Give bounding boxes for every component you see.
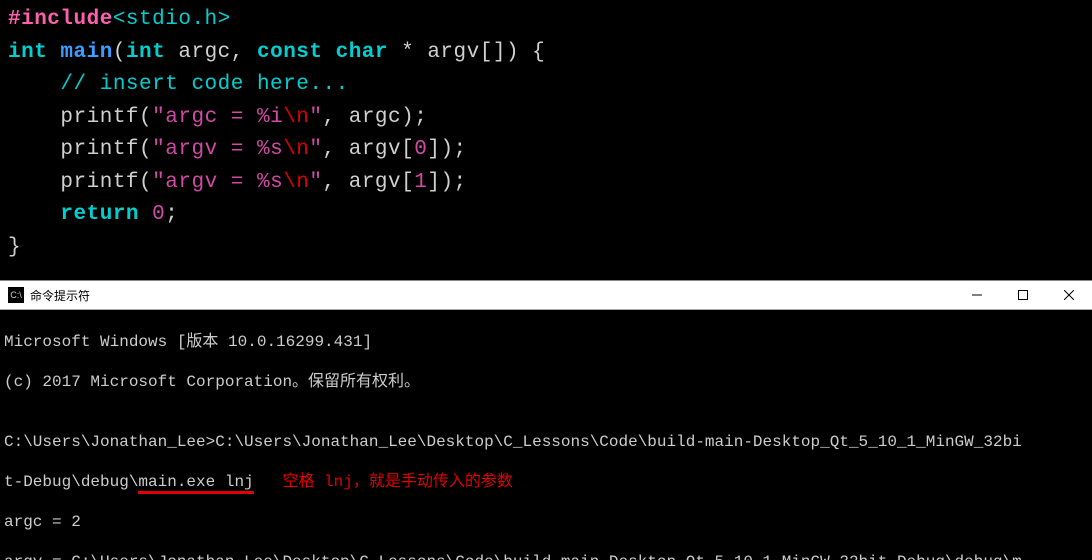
keyword-include: #include: [8, 8, 113, 31]
printf2-open: (: [139, 138, 152, 161]
printf3-rest: , argv[: [323, 171, 415, 194]
close-icon: [1064, 290, 1074, 300]
star-op: *: [388, 41, 427, 64]
printf3-escape: \n: [283, 171, 309, 194]
cmd-titlebar[interactable]: C:\ 命令提示符: [0, 280, 1092, 310]
printf3-end: ]);: [427, 171, 466, 194]
printf2-name: printf: [60, 138, 139, 161]
terminal-cmd-line-1a: C:\Users\Jonathan_Lee>C:\Users\Jonathan_…: [4, 432, 1088, 452]
terminal-line-copyright: (c) 2017 Microsoft Corporation。保留所有权利。: [4, 372, 1088, 392]
window-title: 命令提示符: [30, 287, 90, 304]
printf3-open: (: [139, 171, 152, 194]
printf2-string-b: ": [309, 138, 322, 161]
keyword-int: int: [8, 41, 47, 64]
terminal-line-version: Microsoft Windows [版本 10.0.16299.431]: [4, 332, 1088, 352]
annotation-text: 空格 lnj，就是手动传入的参数: [254, 473, 513, 491]
printf3-index: 1: [414, 171, 427, 194]
maximize-icon: [1018, 290, 1028, 300]
printf2-escape: \n: [283, 138, 309, 161]
cmd-icon-text: C:\: [10, 290, 22, 300]
return-semicolon: ;: [165, 203, 178, 226]
close-brace: }: [8, 236, 21, 259]
keyword-const: const: [257, 41, 323, 64]
printf1-open: (: [139, 106, 152, 129]
include-path: <stdio.h>: [113, 8, 231, 31]
minimize-button[interactable]: [954, 280, 1000, 310]
printf2-index: 0: [414, 138, 427, 161]
argv-declaration: argv[]: [427, 41, 506, 64]
maximize-button[interactable]: [1000, 280, 1046, 310]
printf2-string-a: "argv = %s: [152, 138, 283, 161]
printf3-string-a: "argv = %s: [152, 171, 283, 194]
close-paren-brace: ) {: [506, 41, 545, 64]
printf3-name: printf: [60, 171, 139, 194]
terminal-cmd-line-1b: t-Debug\debug\main.exe lnj 空格 lnj，就是手动传入…: [4, 472, 1088, 492]
keyword-char: char: [323, 41, 389, 64]
terminal-output-argv0-a: argv = C:\Users\Jonathan_Lee\Desktop\C_L…: [4, 552, 1088, 560]
minimize-icon: [972, 290, 982, 300]
printf1-string-a: "argc = %i: [152, 106, 283, 129]
cmd-path-prefix: t-Debug\debug\: [4, 473, 138, 491]
comment-line: // insert code here...: [60, 73, 348, 96]
cmd-icon: C:\: [8, 287, 24, 303]
function-main: main: [60, 41, 112, 64]
return-value: 0: [139, 203, 165, 226]
code-editor-pane: #include<stdio.h> int main(int argc, con…: [0, 0, 1092, 280]
open-paren: (: [113, 41, 126, 64]
terminal-pane[interactable]: Microsoft Windows [版本 10.0.16299.431] (c…: [0, 310, 1092, 560]
printf2-rest: , argv[: [323, 138, 415, 161]
printf1-string-b: ": [309, 106, 322, 129]
printf3-string-b: ": [309, 171, 322, 194]
param-argc: argc,: [165, 41, 257, 64]
printf1-escape: \n: [283, 106, 309, 129]
printf1-name: printf: [60, 106, 139, 129]
printf1-rest: , argc);: [323, 106, 428, 129]
keyword-return: return: [60, 203, 139, 226]
keyword-int-param: int: [126, 41, 165, 64]
terminal-output-argc: argc = 2: [4, 512, 1088, 532]
cmd-underlined-arg: main.exe lnj: [138, 473, 253, 494]
printf2-end: ]);: [427, 138, 466, 161]
close-button[interactable]: [1046, 280, 1092, 310]
